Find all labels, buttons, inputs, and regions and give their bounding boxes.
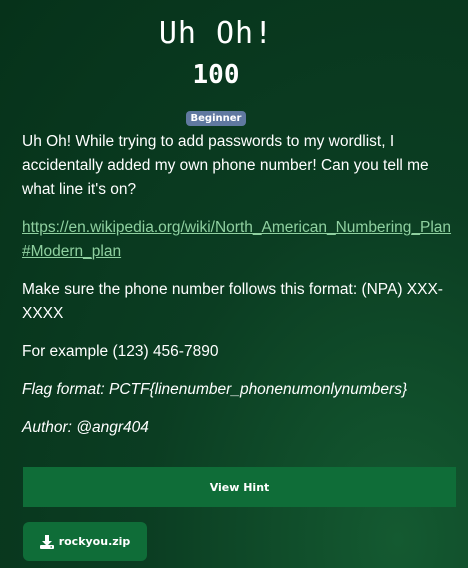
view-hint-button[interactable]: View Hint — [23, 467, 456, 507]
challenge-description: Uh Oh! While trying to add passwords to … — [22, 130, 452, 454]
format-note: Make sure the phone number follows this … — [22, 281, 443, 322]
badge-row: Beginner — [0, 108, 454, 126]
challenge-points: 100 — [192, 60, 240, 90]
description-intro: Uh Oh! While trying to add passwords to … — [22, 133, 429, 198]
flag-format: Flag format: PCTF{linenumber_phonenumonl… — [22, 381, 408, 398]
example-text: For example (123) 456-7890 — [22, 343, 219, 360]
wikipedia-link[interactable]: https://en.wikipedia.org/wiki/North_Amer… — [22, 219, 451, 260]
challenge-title: Uh Oh! — [158, 16, 274, 51]
download-icon — [39, 534, 54, 549]
download-file-button[interactable]: rockyou.zip — [23, 522, 147, 561]
file-name-label: rockyou.zip — [58, 535, 131, 548]
difficulty-badge: Beginner — [185, 111, 247, 126]
author-credit: Author: @angr404 — [22, 419, 149, 436]
